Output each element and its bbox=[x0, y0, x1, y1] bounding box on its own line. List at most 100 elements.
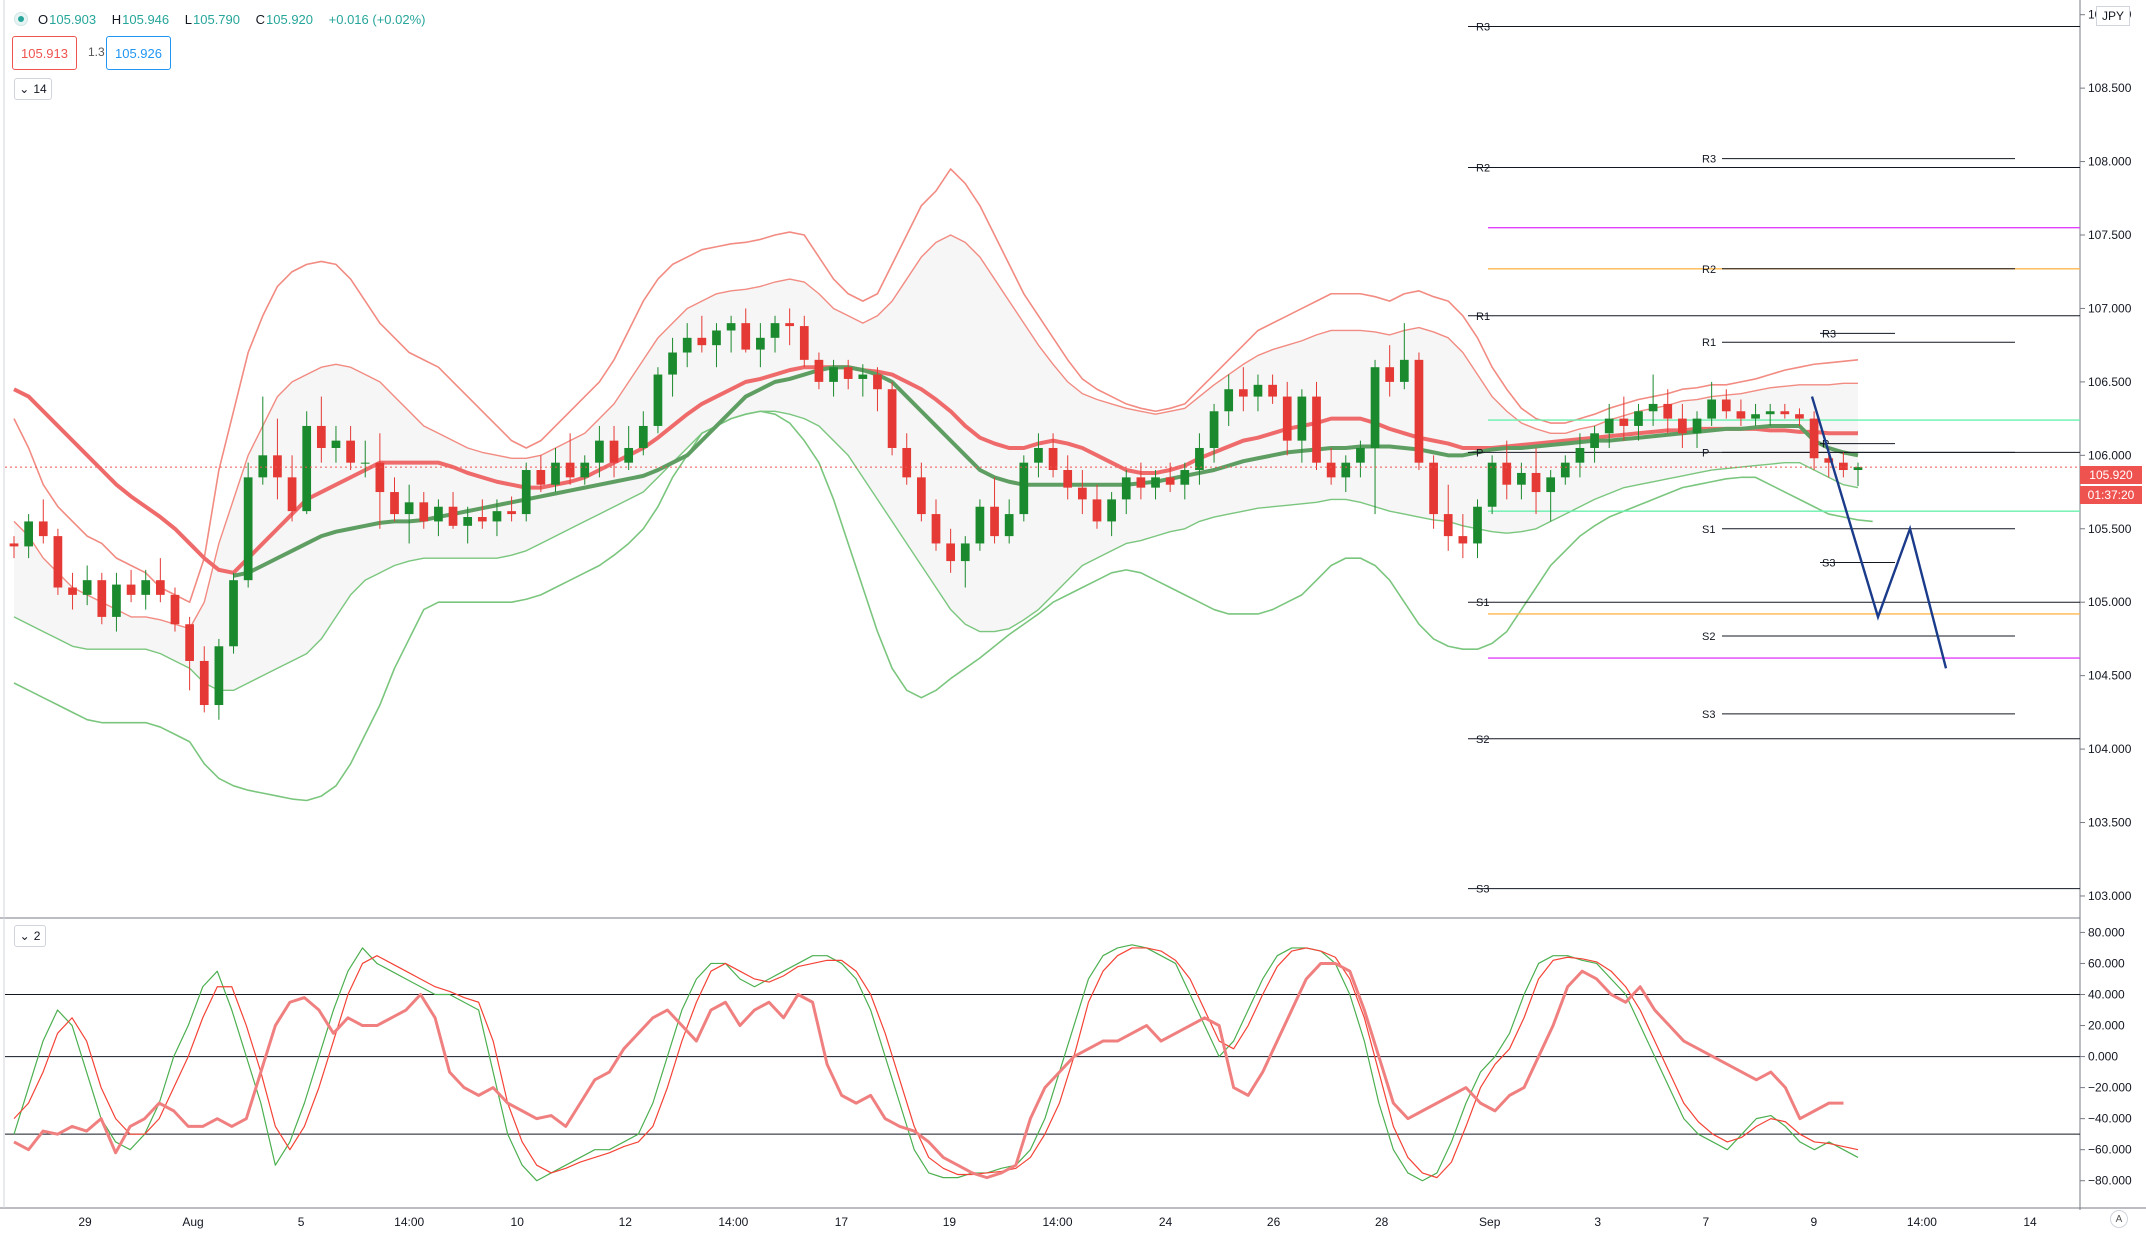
candle-body bbox=[112, 584, 121, 617]
candle-body bbox=[68, 587, 77, 595]
candle-body bbox=[1356, 447, 1365, 463]
candle-body bbox=[1839, 462, 1848, 471]
oscillator-indicators-count: 2 bbox=[33, 929, 41, 943]
candle-body bbox=[1151, 477, 1160, 488]
time-tick-label: 12 bbox=[619, 1215, 633, 1229]
symbol-header: O105.903 H105.946 L105.790 C105.920 +0.0… bbox=[14, 8, 432, 30]
sell-button[interactable]: 105.913 bbox=[12, 36, 77, 70]
candle-body bbox=[1209, 411, 1219, 448]
price-tick-label: 103.500 bbox=[2088, 816, 2132, 830]
candle-body bbox=[38, 521, 48, 537]
candle-body bbox=[1399, 359, 1409, 382]
main-indicators-toggle[interactable]: ⌄ 14 bbox=[14, 78, 52, 100]
candle-body bbox=[1531, 472, 1541, 493]
candle-body bbox=[1692, 418, 1702, 434]
candle-body bbox=[1663, 403, 1673, 419]
candle-body bbox=[975, 506, 985, 544]
time-tick-label: 14 bbox=[2023, 1215, 2037, 1229]
candle-body bbox=[390, 492, 399, 515]
candle-body bbox=[536, 470, 546, 485]
candle-body bbox=[873, 374, 882, 390]
candle-body bbox=[448, 506, 458, 526]
candle-body bbox=[799, 326, 809, 360]
pivot-label: R3 bbox=[1476, 21, 1490, 33]
candle-body bbox=[229, 580, 238, 647]
currency-label[interactable]: JPY bbox=[2095, 6, 2130, 26]
oscillator-indicators-toggle[interactable]: ⌄ 2 bbox=[14, 925, 46, 947]
pivot-label: S1 bbox=[1476, 597, 1489, 609]
pivot-label: S3 bbox=[1476, 884, 1489, 896]
candle-body bbox=[97, 580, 107, 617]
pivot-label: P bbox=[1702, 447, 1709, 459]
candle-body bbox=[1590, 433, 1599, 448]
candle-body bbox=[1795, 414, 1804, 419]
candle-body bbox=[141, 580, 151, 595]
candle-body bbox=[521, 470, 531, 515]
candle-body bbox=[1429, 462, 1438, 515]
high-value: 105.946 bbox=[122, 11, 170, 27]
candle-body bbox=[1458, 536, 1468, 544]
price-tick-label: 105.500 bbox=[2088, 522, 2132, 536]
pivot-label: S2 bbox=[1702, 631, 1715, 643]
time-tick-label: 5 bbox=[298, 1215, 305, 1229]
candle-body bbox=[492, 511, 502, 522]
change-value: +0.016 (+0.02%) bbox=[328, 11, 426, 27]
candle-body bbox=[9, 543, 19, 547]
chevron-down-icon: ⌄ bbox=[19, 82, 30, 96]
candle-body bbox=[682, 337, 692, 353]
candle-body bbox=[155, 580, 165, 595]
candle-body bbox=[1004, 514, 1014, 537]
time-tick-label: 17 bbox=[835, 1215, 849, 1229]
candle-body bbox=[1487, 462, 1497, 507]
candle-body bbox=[1473, 506, 1482, 544]
candle-body bbox=[1165, 477, 1175, 485]
candle-body bbox=[1707, 399, 1717, 419]
candle-body bbox=[1678, 418, 1687, 434]
price-tick-label: 105.000 bbox=[2088, 595, 2132, 609]
candle-body bbox=[1341, 462, 1351, 478]
chevron-down-icon: ⌄ bbox=[19, 929, 30, 943]
candle-body bbox=[463, 517, 473, 526]
price-tick-label: 107.500 bbox=[2088, 228, 2132, 242]
candle-body bbox=[902, 447, 912, 478]
candle-body bbox=[580, 462, 590, 478]
candle-body bbox=[126, 584, 136, 595]
buy-button[interactable]: 105.926 bbox=[106, 36, 171, 70]
open-value: 105.903 bbox=[49, 11, 97, 27]
candle-body bbox=[843, 367, 853, 379]
candle-body bbox=[741, 323, 751, 350]
candle-body bbox=[1268, 384, 1277, 397]
osc-tick-label: −20.000 bbox=[2088, 1081, 2132, 1095]
candle-body bbox=[551, 462, 560, 485]
candle-body bbox=[726, 323, 736, 331]
auto-scale-button[interactable]: A bbox=[2110, 1210, 2128, 1228]
time-tick-label: 7 bbox=[1702, 1215, 1709, 1229]
price-tick-label: 104.000 bbox=[2088, 742, 2132, 756]
candle-body bbox=[346, 440, 355, 463]
candle-body bbox=[170, 594, 180, 625]
candle-body bbox=[624, 447, 634, 463]
candle-body bbox=[1107, 499, 1116, 522]
chart-canvas[interactable]: 109.000108.500108.000107.500107.000106.5… bbox=[0, 0, 2146, 1234]
osc-tick-label: 40.000 bbox=[2088, 987, 2125, 1001]
candle-body bbox=[990, 506, 999, 537]
candle-body bbox=[858, 374, 868, 379]
candle-body bbox=[185, 624, 194, 661]
time-tick-label: 14:00 bbox=[394, 1215, 424, 1229]
candle-body bbox=[53, 536, 63, 588]
candle-body bbox=[1019, 462, 1029, 515]
time-tick-label: Sep bbox=[1479, 1215, 1501, 1229]
candle-body bbox=[960, 543, 970, 562]
time-tick-label: 28 bbox=[1375, 1215, 1389, 1229]
candle-body bbox=[1765, 411, 1775, 415]
candle-body bbox=[1238, 389, 1248, 397]
price-tick-label: 108.000 bbox=[2088, 155, 2132, 169]
candle-body bbox=[887, 389, 897, 448]
pivot-label: S3 bbox=[1702, 709, 1715, 721]
time-tick-label: 14:00 bbox=[1042, 1215, 1072, 1229]
candle-body bbox=[1780, 411, 1790, 415]
candle-body bbox=[302, 425, 312, 512]
osc-tick-label: 60.000 bbox=[2088, 956, 2125, 970]
time-tick-label: 14:00 bbox=[718, 1215, 748, 1229]
candle-body bbox=[946, 543, 955, 562]
